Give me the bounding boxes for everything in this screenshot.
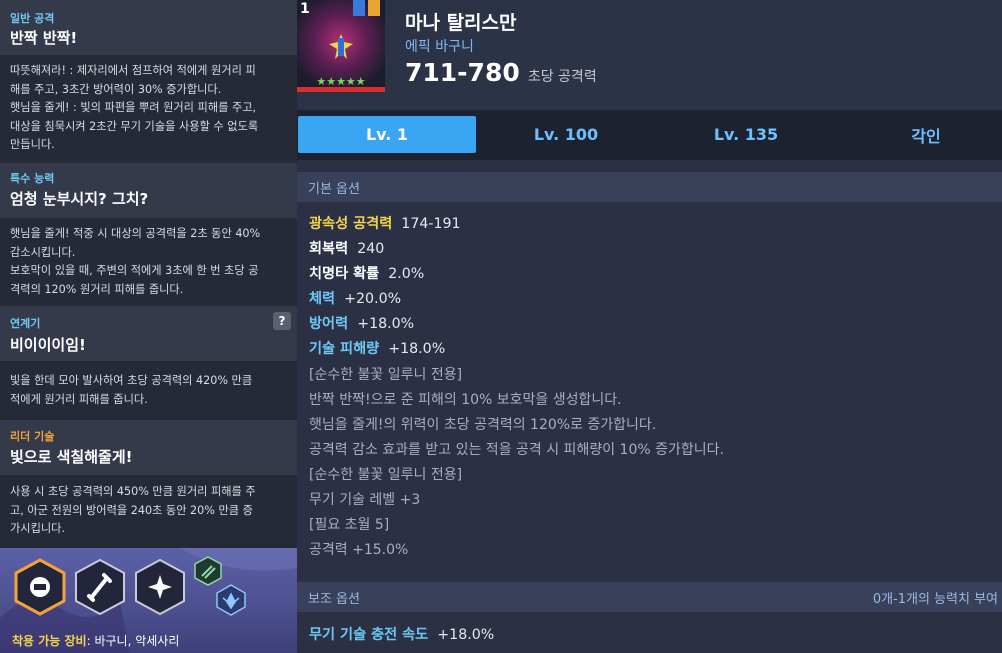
description-line: 감소시킵니다. (10, 245, 76, 259)
item-info-panel: 1 ★★★★★ 마나 탈리스만 에픽 바구니 711-780 초당 공격력 Lv… (297, 0, 1002, 653)
leader-skill-title: 빛으로 색칠해줄게! (10, 448, 133, 466)
stat-name: 기술 피해량 (309, 341, 380, 357)
stat-row: 회복력 240 (309, 238, 384, 258)
stat-name: 체력 (309, 291, 336, 307)
sub-options-title: 보조 옵션 (308, 592, 360, 607)
stat-name: 치명타 확률 (309, 266, 380, 282)
basic-options-title: 기본 옵션 (308, 182, 360, 197)
stat-value: +18.0% (388, 341, 446, 357)
normal-attack-header: 일반 공격 반짝 반짝! (0, 0, 297, 55)
leader-skill-icon[interactable] (14, 558, 66, 616)
stat-row: 치명타 확률 2.0% (309, 263, 424, 283)
tab-engrave[interactable]: 각인 (837, 116, 1002, 153)
item-name: 마나 탈리스만 (405, 12, 517, 34)
skill-panel: 일반 공격 반짝 반짝! 따뜻해져라! : 제자리에서 점프하여 적에게 원거리… (0, 0, 297, 653)
stat-name: 회복력 (309, 241, 349, 257)
stat-value: +20.0% (344, 291, 402, 307)
option-description-line: 무기 기술 레벨 +3 (309, 492, 421, 508)
normal-attack-tag: 일반 공격 (10, 12, 55, 25)
basic-options-header: 기본 옵션 (297, 172, 1002, 202)
stat-value: 240 (357, 241, 385, 257)
description-line: 보호막이 있을 때, 주변의 적에게 3초에 한 번 초당 공 (10, 264, 259, 277)
description-line: 격력의 120% 원거리 피해를 줍니다. (10, 282, 184, 296)
description-line: 햇님을 줄게! 적중 시 대상의 공격력을 2초 동안 40% (10, 227, 261, 240)
combo-title: 비이이이임! (10, 336, 86, 354)
description-line: 대상을 침묵시켜 2초간 무기 기술을 사용할 수 없도록 (10, 119, 259, 133)
combo-description: 빛을 한데 모아 발사하여 초당 공격력의 420% 만큼 적에게 원거리 피해… (10, 372, 292, 409)
option-description-line: 반짝 반짝!으로 준 피해의 10% 보호막을 생성합니다. (309, 392, 622, 408)
description-line: 햇님을 줄게! : 빛의 파편을 뿌려 원거리 피해를 주고, (10, 101, 257, 114)
stat-name: 방어력 (309, 316, 349, 332)
special-ability-description: 햇님을 줄게! 적중 시 대상의 공격력을 2초 동안 40% 감소시킵니다. … (10, 225, 292, 299)
item-type: 에픽 바구니 (405, 39, 474, 55)
option-description-line: [필요 초월 5] (309, 517, 390, 533)
stat-value: +18.0% (357, 316, 415, 332)
description-line: 사용 시 초당 공격력의 450% 만큼 원거리 피해를 주 (10, 485, 256, 498)
option-description-line: 햇님을 줄게!의 위력이 초당 공격력의 120%로 증가합니다. (309, 417, 657, 433)
leader-skill-tag: 리더 기술 (10, 430, 55, 443)
stat-row: 방어력 +18.0% (309, 313, 414, 333)
stat-value: 2.0% (388, 266, 425, 282)
normal-attack-title: 반짝 반짝! (10, 29, 78, 47)
combo-header: 연계기 비이이이임! ? (0, 306, 297, 361)
equippable-gear: 착용 가능 장비: 바구니, 악세사리 (12, 632, 179, 649)
combo-tag: 연계기 (10, 317, 41, 330)
sub-options-header: 보조 옵션 0개-1개의 능력치 부여 (297, 582, 1002, 612)
description-line: 가시킵니다. (10, 522, 66, 535)
sword-skill-icon[interactable] (74, 558, 126, 616)
stat-row: 기술 피해량 +18.0% (309, 338, 445, 358)
item-thumbnail: 1 ★★★★★ (297, 0, 385, 92)
description-line: 만듭니다. (10, 138, 55, 151)
special-ability-title: 엄청 눈부시지? 그치? (10, 190, 149, 208)
leader-skill-description: 사용 시 초당 공격력의 450% 만큼 원거리 피해를 주 고, 아군 전원의… (10, 483, 292, 539)
tab-lv-100[interactable]: Lv. 100 (477, 116, 655, 153)
special-ability-header: 특수 능력 엄청 눈부시지? 그치? (0, 163, 297, 218)
item-detail-screen: 일반 공격 반짝 반짝! 따뜻해져라! : 제자리에서 점프하여 적에게 원거리… (0, 0, 1002, 653)
stat-value: 174-191 (401, 216, 461, 232)
dps-label: 초당 공격력 (527, 69, 597, 85)
item-badge-number: 1 (300, 1, 310, 17)
stat-name: 광속성 공격력 (309, 216, 393, 232)
stat-row: 무기 기술 충전 속도 +18.0% (309, 624, 494, 644)
sub-options-count: 0개-1개의 능력치 부여 (872, 592, 998, 607)
leader-skill-header: 리더 기술 빛으로 색칠해줄게! (0, 420, 297, 475)
option-description-line: 공격력 감소 효과를 받고 있는 적을 공격 시 피해량이 10% 증가합니다. (309, 442, 724, 458)
option-description-line: 공격력 +15.0% (309, 542, 409, 558)
normal-attack-description: 따뜻해져라! : 제자리에서 점프하여 적에게 원거리 피 해를 주고, 3초간… (10, 62, 292, 155)
description-line: 따뜻해져라! : 제자리에서 점프하여 적에게 원거리 피 (10, 64, 256, 77)
help-button[interactable]: ? (273, 312, 291, 330)
option-description-line: [순수한 불꽃 일루니 전용] (309, 467, 463, 483)
description-line: 해를 주고, 3초간 방어력이 30% 증가합니다. (10, 82, 222, 96)
level-tabs: Lv. 1 Lv. 100 Lv. 135 각인 (297, 110, 1002, 160)
item-dps: 711-780 초당 공격력 (405, 58, 597, 87)
bookmark-icon[interactable] (353, 0, 365, 16)
tab-lv-1[interactable]: Lv. 1 (298, 116, 476, 153)
special-ability-tag: 특수 능력 (10, 172, 55, 185)
description-line: 고, 아군 전원의 방어력을 240초 동안 20% 만큼 증 (10, 503, 253, 517)
wing-skill-icon[interactable] (216, 584, 246, 616)
ribbon-icon (368, 0, 380, 16)
item-header: 1 ★★★★★ 마나 탈리스만 에픽 바구니 711-780 초당 공격력 (297, 0, 1002, 110)
stat-row: 광속성 공격력 174-191 (309, 213, 461, 233)
dps-value: 711-780 (405, 58, 520, 87)
description-line: 적에게 원거리 피해를 줍니다. (10, 392, 148, 406)
description-line: 빛을 한데 모아 발사하여 초당 공격력의 420% 만큼 (10, 374, 253, 387)
sparkle-skill-icon[interactable] (134, 558, 186, 616)
talisman-icon (329, 34, 353, 59)
stat-row: 체력 +20.0% (309, 288, 401, 308)
chain-skill-icon[interactable] (194, 556, 222, 586)
equippable-gear-value: : 바구니, 악세사리 (86, 634, 180, 648)
stat-name: 무기 기술 충전 속도 (309, 627, 429, 643)
stat-value: +18.0% (437, 627, 495, 643)
option-description-line: [순수한 불꽃 일루니 전용] (309, 367, 463, 383)
equippable-gear-label: 착용 가능 장비 (12, 634, 87, 648)
tab-lv-135[interactable]: Lv. 135 (657, 116, 835, 153)
